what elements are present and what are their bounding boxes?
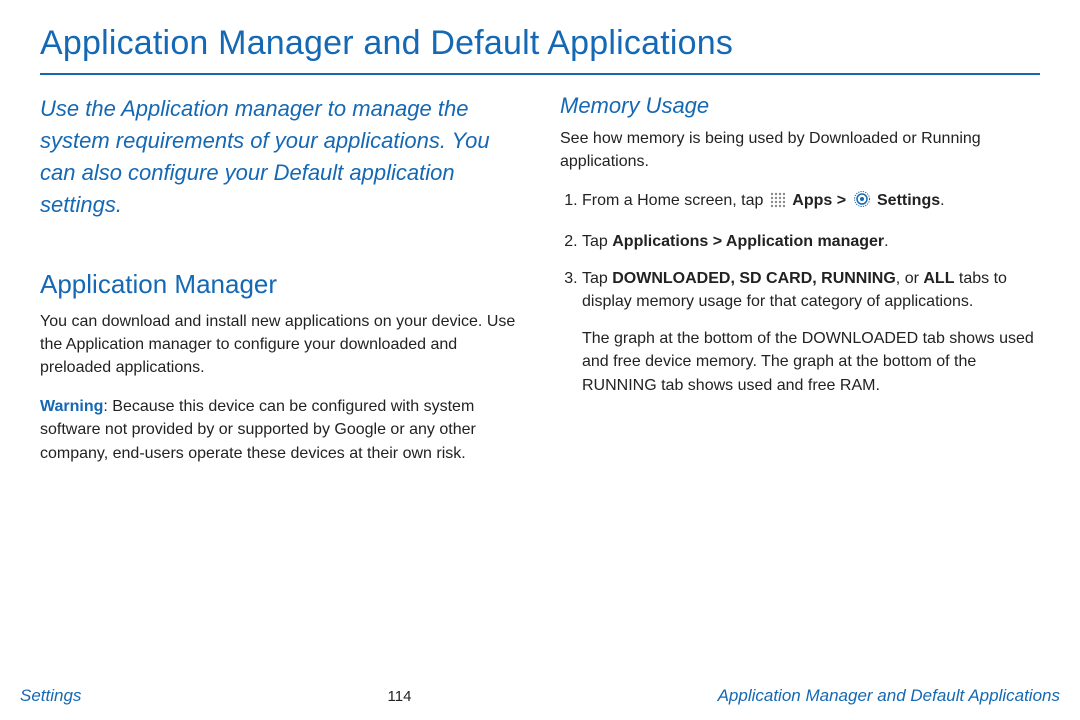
step-3-tabs: DOWNLOADED, SD CARD, RUNNING [612, 270, 896, 287]
footer-chapter: Application Manager and Default Applicat… [718, 686, 1060, 706]
intro-paragraph: Use the Application manager to manage th… [40, 93, 520, 221]
step-3-pre: Tap [582, 270, 612, 287]
content-columns: Use the Application manager to manage th… [40, 93, 1040, 481]
title-rule [40, 73, 1040, 75]
step-1-gt: > [837, 192, 851, 209]
warning-text: : Because this device can be configured … [40, 398, 476, 461]
warning-label: Warning [40, 398, 103, 415]
left-column: Use the Application manager to manage th… [40, 93, 520, 481]
page-title: Application Manager and Default Applicat… [40, 24, 1040, 63]
warning-paragraph: Warning: Because this device can be conf… [40, 395, 520, 465]
page-footer: Settings 114 Application Manager and Def… [0, 686, 1080, 706]
step-1-post: . [940, 192, 944, 209]
step-2-path: Applications > Application manager [612, 233, 884, 250]
step-2-pre: Tap [582, 233, 612, 250]
step-1-text-pre: From a Home screen, tap [582, 192, 768, 209]
apps-grid-icon [770, 192, 786, 215]
step-3-mid: , or [896, 270, 924, 287]
steps-list: From a Home screen, tap Apps > [560, 189, 1040, 313]
graph-description: The graph at the bottom of the DOWNLOADE… [582, 327, 1040, 397]
settings-gear-icon [853, 190, 871, 215]
right-column: Memory Usage See how memory is being use… [560, 93, 1040, 481]
step-1-apps-label: Apps [792, 192, 832, 209]
step-3: Tap DOWNLOADED, SD CARD, RUNNING, or ALL… [582, 267, 1040, 313]
step-2: Tap Applications > Application manager. [582, 230, 1040, 253]
section-heading-app-manager: Application Manager [40, 269, 520, 300]
step-1: From a Home screen, tap Apps > [582, 189, 1040, 215]
section-heading-memory-usage: Memory Usage [560, 93, 1040, 119]
footer-page-number: 114 [388, 688, 412, 705]
footer-section: Settings [20, 686, 81, 706]
step-3-all: ALL [923, 270, 954, 287]
step-1-settings-label: Settings [877, 192, 940, 209]
step-2-post: . [884, 233, 888, 250]
memory-usage-description: See how memory is being used by Download… [560, 127, 1040, 173]
app-manager-description: You can download and install new applica… [40, 310, 520, 380]
